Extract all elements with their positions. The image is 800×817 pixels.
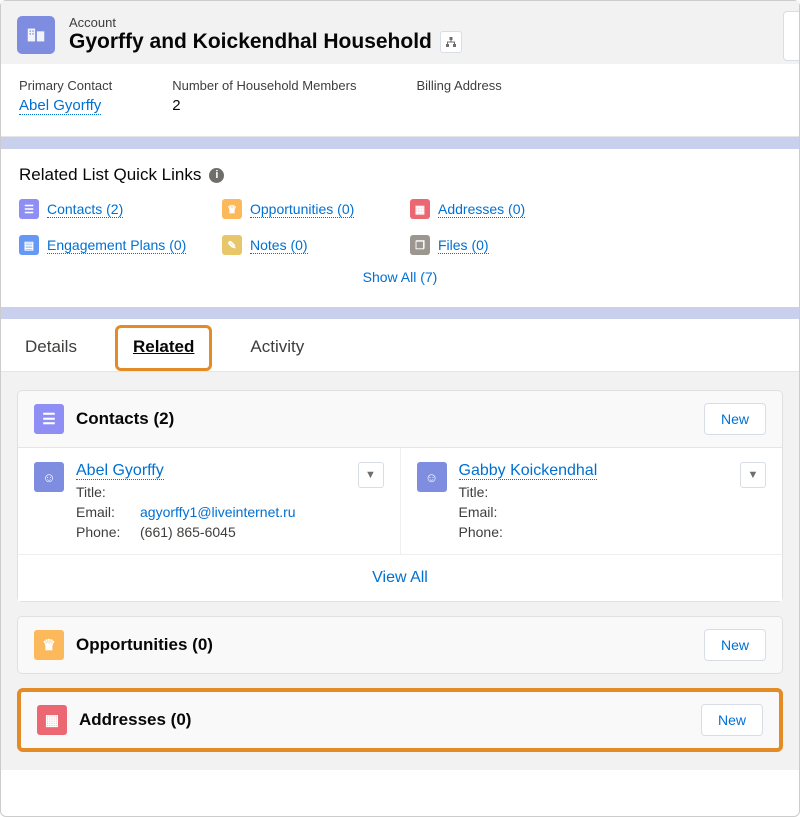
divider — [1, 137, 799, 149]
opportunities-card: ♛ Opportunities (0) New — [17, 616, 783, 674]
notes-icon: ✎ — [222, 235, 242, 255]
members-value: 2 — [172, 97, 356, 114]
tab-details[interactable]: Details — [17, 319, 85, 371]
contact-name-link[interactable]: Abel Gyorffy — [76, 462, 164, 480]
addresses-card-title: Addresses (0) — [79, 710, 191, 730]
highlights-panel: Primary Contact Abel Gyorffy Number of H… — [1, 64, 799, 137]
addresses-card: ▦ Addresses (0) New — [17, 688, 783, 752]
contact-email-link[interactable]: agyorffy1@liveinternet.ru — [140, 504, 296, 520]
files-icon: ❐ — [410, 235, 430, 255]
contact-name-link[interactable]: Gabby Koickendhal — [459, 462, 598, 480]
record-type-label: Account — [69, 15, 462, 30]
related-list-quick-links: Related List Quick Links i ☰ Contacts (2)… — [1, 149, 799, 307]
show-all-link[interactable]: Show All (7) — [363, 269, 438, 285]
billing-address-label: Billing Address — [416, 78, 501, 93]
opportunities-icon: ♛ — [34, 630, 64, 660]
addresses-link[interactable]: Addresses (0) — [438, 201, 525, 218]
tab-activity[interactable]: Activity — [242, 319, 312, 371]
engagement-icon: ▤ — [19, 235, 39, 255]
view-all-contacts-link[interactable]: View All — [372, 569, 428, 586]
addresses-icon: ▦ — [37, 705, 67, 735]
contact-phone: (661) 865-6045 — [140, 524, 236, 540]
divider — [1, 307, 799, 319]
row-actions-menu[interactable]: ▼ — [740, 462, 766, 488]
account-title: Gyorffy and Koickendhal Household — [69, 30, 432, 54]
primary-contact-link[interactable]: Abel Gyorffy — [19, 97, 101, 115]
quick-links-title: Related List Quick Links — [19, 165, 201, 185]
contact-card: ☺ Abel Gyorffy Title: Email:agyorffy1@li… — [18, 448, 400, 554]
hierarchy-icon[interactable] — [440, 31, 462, 53]
primary-contact-label: Primary Contact — [19, 78, 112, 93]
members-label: Number of Household Members — [172, 78, 356, 93]
account-icon — [17, 16, 55, 54]
tab-bar: Details Related Activity — [1, 319, 799, 372]
new-contact-button[interactable]: New — [704, 403, 766, 435]
tab-related[interactable]: Related — [125, 319, 202, 371]
contacts-card-title: Contacts (2) — [76, 409, 174, 429]
contacts-link[interactable]: Contacts (2) — [47, 201, 123, 218]
contact-icon: ☺ — [34, 462, 64, 492]
contacts-icon: ☰ — [19, 199, 39, 219]
info-icon[interactable]: i — [209, 168, 224, 183]
opportunities-card-title: Opportunities (0) — [76, 635, 213, 655]
row-actions-menu[interactable]: ▼ — [358, 462, 384, 488]
contacts-icon: ☰ — [34, 404, 64, 434]
related-content: ☰ Contacts (2) New ☺ Abel Gyorffy Title:… — [1, 372, 799, 770]
notes-link[interactable]: Notes (0) — [250, 237, 308, 254]
header-action-button[interactable] — [783, 11, 799, 61]
engagement-plans-link[interactable]: Engagement Plans (0) — [47, 237, 186, 254]
contact-card: ☺ Gabby Koickendhal Title: Email: Phone:… — [400, 448, 783, 554]
new-opportunity-button[interactable]: New — [704, 629, 766, 661]
account-header: Account Gyorffy and Koickendhal Househol… — [1, 1, 799, 64]
new-address-button[interactable]: New — [701, 704, 763, 736]
opportunities-icon: ♛ — [222, 199, 242, 219]
opportunities-link[interactable]: Opportunities (0) — [250, 201, 354, 218]
addresses-icon: ▦ — [410, 199, 430, 219]
files-link[interactable]: Files (0) — [438, 237, 489, 254]
contacts-card: ☰ Contacts (2) New ☺ Abel Gyorffy Title:… — [17, 390, 783, 602]
contact-icon: ☺ — [417, 462, 447, 492]
